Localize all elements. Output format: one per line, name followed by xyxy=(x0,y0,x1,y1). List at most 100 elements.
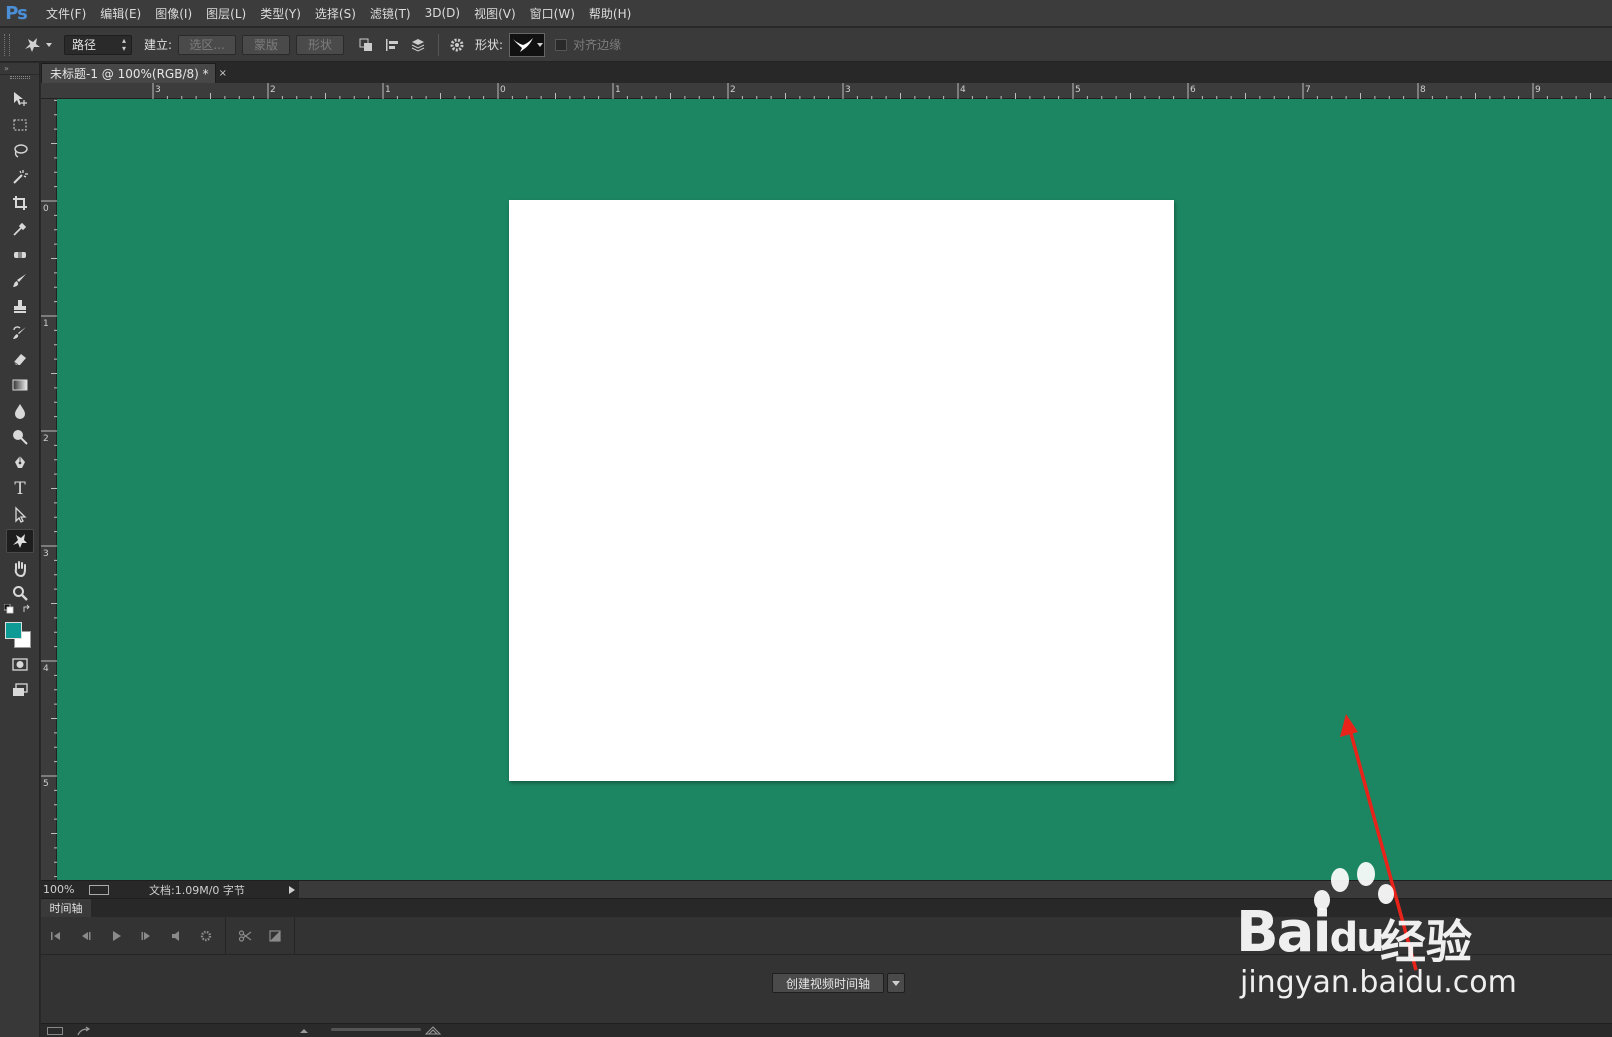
marquee-tool[interactable] xyxy=(6,113,34,137)
settings-button[interactable] xyxy=(447,35,467,55)
timeline-zoom-slider[interactable] xyxy=(331,1028,421,1031)
make-shape-button[interactable]: 形状 xyxy=(296,34,345,55)
brush-tool[interactable] xyxy=(6,269,34,293)
path-selection-tool[interactable] xyxy=(6,503,34,527)
custom-shape-tool[interactable] xyxy=(6,529,34,553)
eraser-tool[interactable] xyxy=(6,347,34,371)
tool-preset-picker[interactable] xyxy=(22,35,58,55)
zoom-in-timeline-icon[interactable] xyxy=(425,1026,441,1035)
crop-tool[interactable] xyxy=(6,191,34,215)
create-timeline-group: 创建视频时间轴 xyxy=(772,973,905,993)
zoom-icon xyxy=(13,586,28,601)
first-frame-icon xyxy=(51,931,60,940)
ruler-vertical: 0 1 2 3 4 5 xyxy=(41,99,57,880)
history-brush-tool[interactable] xyxy=(6,321,34,345)
gradient-tool[interactable] xyxy=(6,373,34,397)
ruler-label: 7 xyxy=(1305,85,1311,95)
previous-frame-button[interactable] xyxy=(71,926,101,946)
chevron-down-icon xyxy=(537,42,544,47)
ruler-label: 0 xyxy=(43,204,49,214)
play-button[interactable] xyxy=(101,926,131,946)
hand-tool[interactable] xyxy=(6,557,34,581)
timeline-tab[interactable]: 时间轴 xyxy=(41,899,91,917)
zoom-tool[interactable] xyxy=(6,581,34,605)
menu-window[interactable]: 窗口(W) xyxy=(530,5,575,22)
close-icon[interactable]: × xyxy=(219,68,227,79)
document-tab[interactable]: 未标题-1 @ 100%(RGB/8) * × xyxy=(41,63,227,83)
make-selection-button[interactable]: 选区... xyxy=(178,34,237,55)
menu-select[interactable]: 选择(S) xyxy=(315,5,356,22)
quick-mask-button[interactable] xyxy=(6,652,34,676)
foreground-color-swatch[interactable] xyxy=(5,622,22,639)
path-alignment-button[interactable] xyxy=(382,35,402,55)
zoom-out-timeline-icon[interactable] xyxy=(299,1028,309,1034)
pen-icon xyxy=(15,456,25,468)
frame-animation-icon[interactable] xyxy=(47,1026,63,1035)
next-frame-button[interactable] xyxy=(131,926,161,946)
menu-help[interactable]: 帮助(H) xyxy=(589,5,631,22)
ruler-label: 5 xyxy=(43,779,49,789)
type-tool[interactable]: T xyxy=(6,477,34,501)
make-mask-button[interactable]: 蒙版 xyxy=(242,34,291,55)
zoom-level[interactable]: 100% xyxy=(41,883,89,896)
watermark-cn: 经验 xyxy=(1380,915,1472,969)
menu-filter[interactable]: 滤镜(T) xyxy=(370,5,411,22)
ruler-label: 9 xyxy=(1535,85,1541,95)
tools-panel-header[interactable]: » xyxy=(0,63,39,75)
align-icon xyxy=(386,38,399,51)
swap-colors-icon[interactable] xyxy=(22,604,32,614)
marquee-icon xyxy=(13,119,27,131)
tools-panel: » T xyxy=(0,63,40,1037)
document-tab-title: 未标题-1 @ 100%(RGB/8) * xyxy=(50,67,209,81)
ruler-label: 3 xyxy=(43,549,49,559)
options-grip[interactable] xyxy=(4,33,10,56)
mute-audio-button[interactable] xyxy=(161,926,191,946)
render-video-icon[interactable] xyxy=(77,1026,91,1036)
play-icon xyxy=(113,930,121,941)
menu-edit[interactable]: 编辑(E) xyxy=(100,5,141,22)
bird-shape-icon xyxy=(513,37,534,52)
gear-icon xyxy=(450,38,464,51)
timeline-type-dropdown[interactable] xyxy=(887,973,905,993)
healing-tool[interactable] xyxy=(6,243,34,267)
tools-grip[interactable] xyxy=(10,76,30,79)
path-operations-button[interactable] xyxy=(356,35,376,55)
menu-type[interactable]: 类型(Y) xyxy=(260,5,301,22)
dodge-tool[interactable] xyxy=(6,425,34,449)
move-tool[interactable] xyxy=(6,87,34,111)
chevron-down-icon xyxy=(892,980,900,986)
status-menu-arrow-icon[interactable] xyxy=(289,885,295,894)
go-to-first-frame-button[interactable] xyxy=(41,926,71,946)
split-at-playhead-button[interactable] xyxy=(230,926,260,946)
default-colors-icon[interactable] xyxy=(4,604,14,614)
mode-select[interactable]: 路径 ▴ ▾ xyxy=(64,34,132,55)
pen-tool[interactable] xyxy=(6,451,34,475)
menu-3d[interactable]: 3D(D) xyxy=(425,6,460,20)
app-logo: Ps xyxy=(5,2,28,24)
menu-view[interactable]: 视图(V) xyxy=(474,5,516,22)
shape-picker[interactable] xyxy=(509,32,546,57)
pasteboard[interactable] xyxy=(57,99,1612,880)
ruler-label: 0 xyxy=(500,85,506,95)
stamp-tool[interactable] xyxy=(6,295,34,319)
menu-layer[interactable]: 图层(L) xyxy=(206,5,246,22)
transition-button[interactable] xyxy=(260,926,290,946)
playback-settings-button[interactable] xyxy=(191,926,221,946)
type-icon: T xyxy=(14,479,26,499)
lasso-tool[interactable] xyxy=(6,139,34,163)
eyedropper-tool[interactable] xyxy=(6,217,34,241)
menu-file[interactable]: 文件(F) xyxy=(46,5,86,22)
custom-shape-icon xyxy=(25,37,40,52)
create-video-timeline-button[interactable]: 创建视频时间轴 xyxy=(772,973,884,993)
document-canvas[interactable] xyxy=(509,200,1174,781)
ruler-horizontal-ticks: 3 2 1 0 1 2 3 4 5 6 7 8 9 xyxy=(152,83,1606,99)
menu-image[interactable]: 图像(I) xyxy=(155,5,192,22)
screen-mode-button[interactable] xyxy=(6,678,34,702)
blur-tool[interactable] xyxy=(6,399,34,423)
path-arrangement-button[interactable] xyxy=(408,35,428,55)
arrange-icon xyxy=(411,38,425,52)
ruler-label: 5 xyxy=(1075,85,1081,95)
magic-wand-tool[interactable] xyxy=(6,165,34,189)
align-edges-checkbox[interactable] xyxy=(555,38,568,51)
ruler-label: 2 xyxy=(270,85,276,95)
